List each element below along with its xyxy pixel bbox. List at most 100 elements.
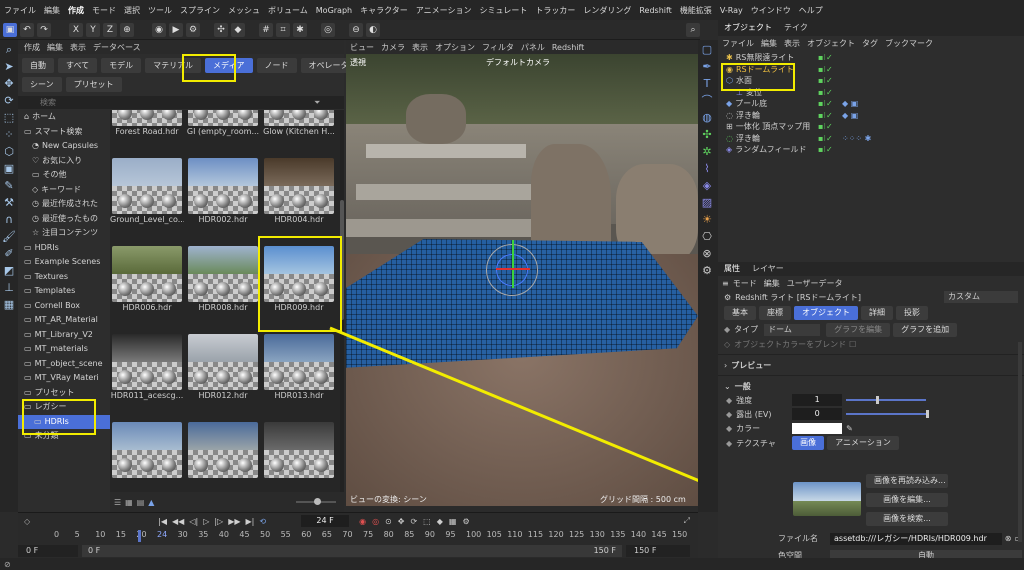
subtab-0[interactable]: 基本: [724, 306, 756, 320]
object-menu-item[interactable]: ファイル: [722, 38, 754, 49]
tag-icon[interactable]: ◆ ▣: [842, 110, 858, 122]
bullet-icon: ◆: [726, 409, 733, 419]
subtab-4[interactable]: 投影: [896, 306, 928, 320]
text-icon[interactable]: T: [700, 77, 714, 91]
volume-icon[interactable]: ▨: [700, 196, 714, 210]
preview-section[interactable]: プレビュー: [731, 360, 771, 371]
subtab-3[interactable]: 詳細: [861, 306, 893, 320]
visibility-checkmark[interactable]: ▪⁝✓: [818, 87, 833, 99]
image-tab[interactable]: 画像: [792, 436, 825, 450]
collapse-icon[interactable]: ›: [724, 361, 727, 370]
spline-icon[interactable]: ⌒: [700, 94, 714, 108]
bullet-icon: ◆: [724, 325, 731, 334]
object-name: プール底: [735, 99, 768, 108]
type-dropdown[interactable]: ドーム: [764, 323, 821, 336]
attribute-menu-item[interactable]: モード: [733, 278, 757, 289]
visibility-checkmark[interactable]: ▪⁝✓: [818, 110, 833, 122]
object-manager-tabs: オブジェクト テイク: [718, 20, 1024, 36]
object-type-icon: ⊞: [726, 122, 733, 131]
object-type-icon: ◌: [726, 133, 733, 143]
attribute-scrollbar[interactable]: [1018, 342, 1022, 542]
object-row[interactable]: ◌ 浮き輪 ▪⁝✓ ⁘⁘⁘ ✱: [718, 133, 1024, 145]
subtab-2[interactable]: オブジェクト: [794, 306, 858, 320]
object-row[interactable]: ◈ ランダムフィールド ▪⁝✓: [718, 144, 1024, 156]
intensity-slider[interactable]: [846, 396, 927, 404]
attribute-tab[interactable]: 属性: [718, 262, 746, 276]
object-menu-item[interactable]: ブックマーク: [885, 38, 933, 49]
object-row[interactable]: ◌ 浮き輪 ▪⁝✓ ◆ ▣: [718, 110, 1024, 122]
visibility-checkmark[interactable]: ▪⁝✓: [818, 144, 833, 156]
tag-icon[interactable]: ◆ ▣: [842, 98, 858, 110]
expand-icon[interactable]: ⌄: [724, 382, 731, 391]
reload-image-button[interactable]: 画像を再読み込み...: [866, 474, 948, 488]
intensity-label: 強度: [736, 395, 753, 405]
object-name: 浮き輪: [735, 133, 760, 143]
visibility-checkmark[interactable]: ▪⁝✓: [818, 98, 833, 110]
object-menu-item[interactable]: オブジェクト: [807, 38, 855, 49]
effector-icon[interactable]: ✲: [700, 145, 714, 159]
clear-icon[interactable]: ⊗: [1005, 534, 1012, 543]
edit-image-button[interactable]: 画像を編集...: [866, 493, 948, 507]
attribute-tab[interactable]: レイヤー: [746, 262, 790, 276]
object-type-icon: ◆: [726, 99, 733, 108]
object-tab[interactable]: テイク: [778, 21, 814, 35]
subtab-1[interactable]: 座標: [759, 306, 791, 320]
object-tab[interactable]: オブジェクト: [718, 21, 778, 35]
pen-icon[interactable]: ✒: [700, 60, 714, 74]
blend-label: オブジェクトカラーをブレンド: [734, 339, 847, 349]
attribute-menu: ≡ モード 編集 ユーザーデータ: [718, 276, 1024, 290]
settings-icon[interactable]: ⚙: [700, 264, 714, 278]
visibility-checkmark[interactable]: ▪⁝✓: [818, 121, 833, 133]
nurbs-icon[interactable]: ◍: [700, 111, 714, 125]
animation-tab[interactable]: アニメーション: [827, 436, 899, 450]
cube-icon[interactable]: ▢: [700, 43, 714, 57]
visibility-checkmark[interactable]: ▪⁝✓: [818, 52, 833, 64]
object-palette: ▢ ✒ T ⌒ ◍ ✣ ✲ ⌇ ◈ ▨ ☀ ⎔ ⊗ ⚙: [698, 40, 718, 512]
preset-dropdown[interactable]: カスタム: [944, 291, 1018, 303]
object-menu-item[interactable]: 編集: [761, 38, 777, 49]
attribute-menu-item[interactable]: 編集: [764, 278, 780, 289]
light-icon[interactable]: ☀: [700, 213, 714, 227]
type-label: タイプ: [734, 325, 759, 334]
status-bar: ⊘: [0, 558, 1024, 570]
visibility-checkmark[interactable]: ▪⁝✓: [818, 64, 833, 76]
bullet-icon: ◆: [726, 395, 733, 405]
tag-icon[interactable]: ⁘⁘⁘ ✱: [842, 133, 871, 145]
intensity-field[interactable]: 1: [792, 394, 843, 406]
search-image-button[interactable]: 画像を検索...: [866, 512, 948, 526]
camera-icon[interactable]: ⎔: [700, 230, 714, 244]
graph-edit-button[interactable]: グラフを編集: [826, 322, 891, 337]
object-row[interactable]: ✱ RS無限遠ライト ▪⁝✓: [718, 52, 1024, 64]
eyedropper-icon[interactable]: ✎: [846, 424, 853, 433]
filename-field[interactable]: assetdb:///レガシー/HDRIs/HDR009.hdr: [830, 532, 1002, 545]
object-row[interactable]: ⊞ 一体化 頂点マップ用 ▪⁝✓: [718, 121, 1024, 133]
bullet-icon: ◆: [726, 423, 733, 433]
scene-icon[interactable]: ⊗: [700, 247, 714, 261]
visibility-checkmark[interactable]: ▪⁝✓: [818, 133, 833, 145]
bullet-icon: ◆: [726, 438, 733, 448]
deformer-icon[interactable]: ⌇: [700, 162, 714, 176]
general-section[interactable]: 一般: [735, 381, 751, 392]
exposure-field[interactable]: 0: [792, 408, 843, 420]
attribute-title: Redshift ライト [RSドームライト]: [735, 292, 861, 302]
attribute-menu-item[interactable]: ユーザーデータ: [787, 278, 843, 289]
cloner-icon[interactable]: ✣: [700, 128, 714, 142]
visibility-checkmark[interactable]: ▪⁝✓: [818, 75, 833, 87]
filename-label: ファイル名: [778, 534, 818, 543]
exposure-slider[interactable]: [846, 410, 930, 418]
blend-checkbox[interactable]: ☐: [849, 340, 856, 349]
menu-icon[interactable]: ≡: [722, 279, 729, 288]
object-type-icon: ✱: [726, 53, 733, 62]
texture-preview: [793, 482, 861, 516]
object-row[interactable]: ◆ プール底 ▪⁝✓ ◆ ▣: [718, 98, 1024, 110]
object-menu-item[interactable]: タグ: [862, 38, 878, 49]
field-icon[interactable]: ◈: [700, 179, 714, 193]
status-icon: ⊘: [4, 559, 11, 569]
object-type-icon: ◌: [726, 110, 733, 120]
graph-add-button[interactable]: グラフを追加: [893, 322, 958, 337]
color-swatch[interactable]: [792, 422, 843, 434]
object-type-icon: ◈: [726, 145, 733, 154]
object-name: 浮き輪: [735, 110, 760, 120]
object-menu-item[interactable]: 表示: [784, 38, 800, 49]
gear-icon: ⚙: [724, 292, 732, 302]
